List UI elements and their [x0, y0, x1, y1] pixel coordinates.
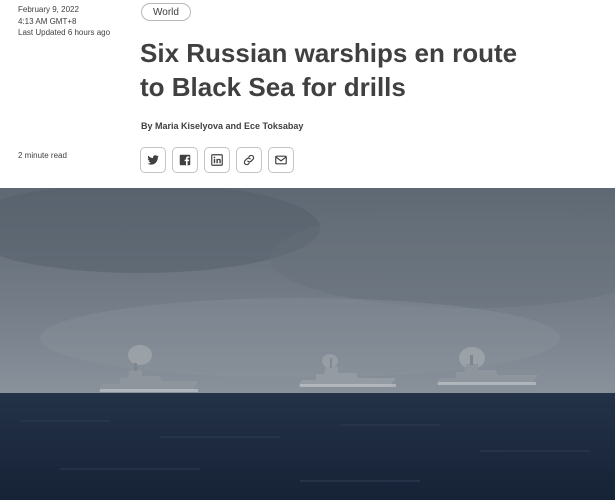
- article-headline: Six Russian warships en route to Black S…: [140, 36, 610, 104]
- twitter-icon: [147, 155, 159, 165]
- warships-photo: [0, 188, 615, 500]
- link-icon: [243, 154, 255, 166]
- share-toolbar: [140, 147, 294, 173]
- linkedin-share-button[interactable]: [204, 147, 230, 173]
- publish-time: 4:13 AM GMT+8: [18, 16, 77, 26]
- byline: By Maria Kiselyova and Ece Toksabay: [141, 121, 304, 131]
- headline-line-2: to Black Sea for drills: [140, 72, 406, 102]
- sea: [0, 393, 615, 500]
- facebook-icon: [179, 154, 191, 166]
- publish-date: February 9, 2022: [18, 5, 79, 14]
- facebook-share-button[interactable]: [172, 147, 198, 173]
- last-updated: Last Updated 6 hours ago: [18, 28, 111, 37]
- article-meta: February 9, 2022 4:13 AM GMT+8 Last Upda…: [18, 4, 110, 39]
- twitter-share-button[interactable]: [140, 147, 166, 173]
- read-time: 2 minute read: [18, 151, 67, 160]
- copy-link-button[interactable]: [236, 147, 262, 173]
- email-share-button[interactable]: [268, 147, 294, 173]
- linkedin-icon: [211, 154, 223, 166]
- article-photo: [0, 188, 615, 500]
- section-tag-world[interactable]: World: [141, 3, 191, 21]
- email-icon: [275, 155, 287, 165]
- headline-line-1: Six Russian warships en route: [140, 38, 518, 68]
